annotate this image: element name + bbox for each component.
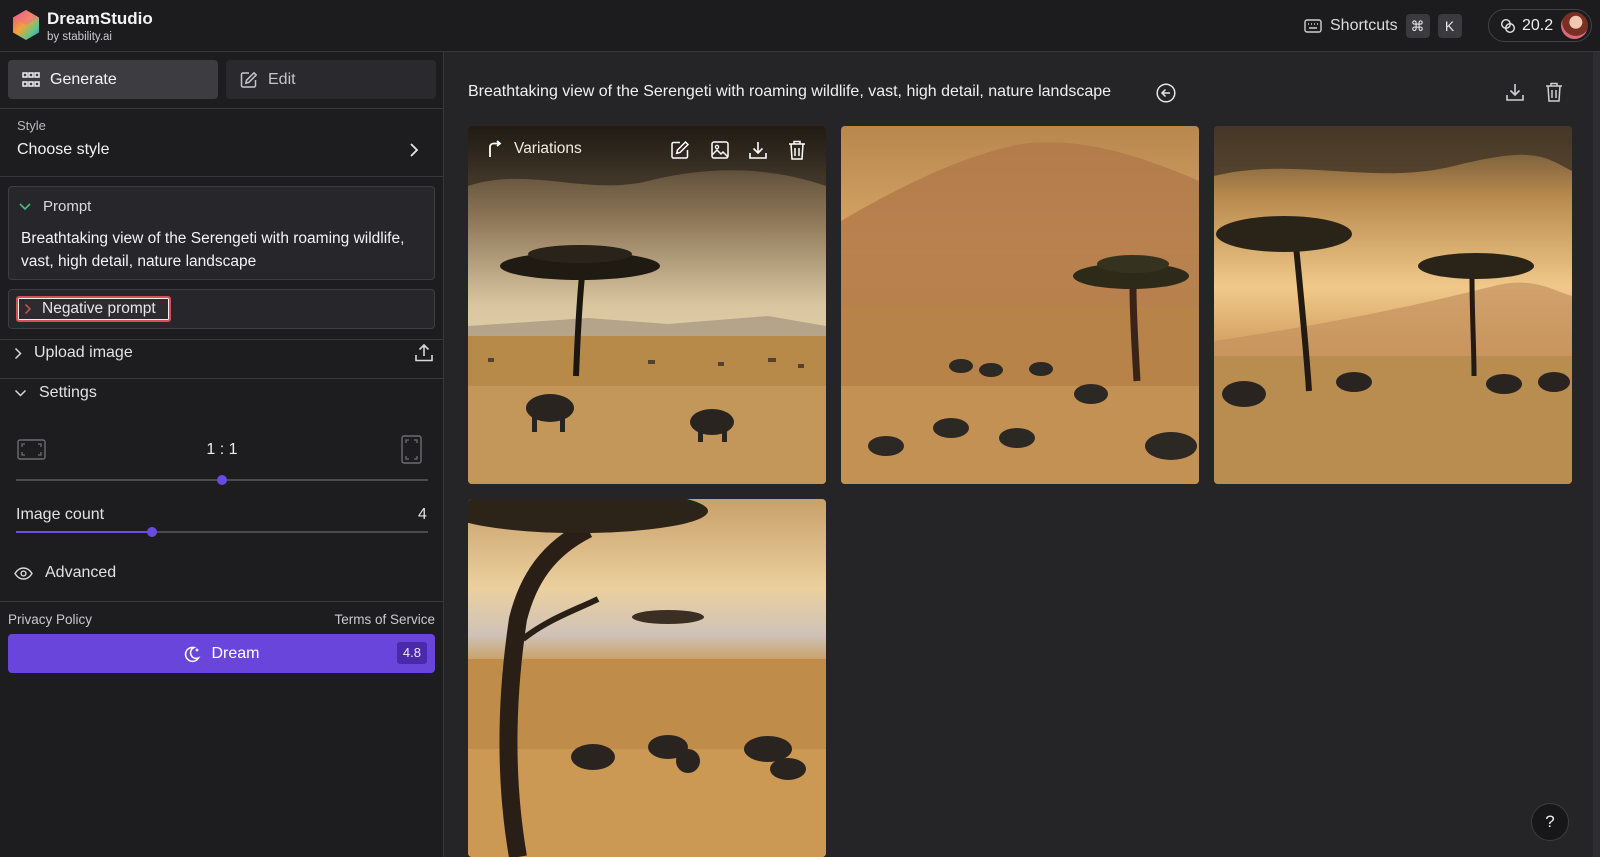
app-byline: by stability.ai xyxy=(47,31,112,43)
branch-icon xyxy=(489,140,502,157)
divider xyxy=(0,339,443,340)
keyboard-icon xyxy=(1304,19,1322,33)
generated-image[interactable] xyxy=(1214,126,1572,484)
edit-icon xyxy=(240,71,258,88)
credits-button[interactable]: 20.2 xyxy=(1488,9,1592,42)
advanced-toggle[interactable]: Advanced xyxy=(14,564,116,582)
download-icon[interactable] xyxy=(748,140,768,160)
edit-icon[interactable] xyxy=(670,140,690,160)
command-key: ⌘ xyxy=(1405,14,1430,38)
chevron-down-icon xyxy=(19,202,31,210)
chevron-right-icon[interactable] xyxy=(409,142,419,158)
prompt-panel[interactable]: Prompt Breathtaking view of the Serenget… xyxy=(8,186,435,280)
moon-stars-icon xyxy=(185,646,201,662)
divider xyxy=(0,176,443,177)
serengeti-image-1 xyxy=(468,126,826,484)
divider xyxy=(0,601,443,602)
upload-icon[interactable] xyxy=(414,343,434,363)
terms-of-service-link[interactable]: Terms of Service xyxy=(334,612,435,627)
tab-generate-label: Generate xyxy=(50,70,117,88)
prompt-input[interactable]: Breathtaking view of the Serengeti with … xyxy=(21,227,421,273)
coins-icon xyxy=(1500,18,1516,33)
scrollbar[interactable] xyxy=(1593,52,1600,857)
grid-icon xyxy=(22,71,40,87)
download-all-icon[interactable] xyxy=(1505,82,1525,102)
eye-icon xyxy=(14,566,33,580)
chevron-right-icon xyxy=(14,347,22,359)
settings-toggle[interactable]: Settings xyxy=(14,384,97,402)
aspect-ratio-value: 1 : 1 xyxy=(206,441,238,458)
image-icon[interactable] xyxy=(710,140,730,160)
image-count-label: Image count xyxy=(16,506,105,523)
aspect-ratio-slider[interactable] xyxy=(16,475,428,485)
variations-label: Variations xyxy=(514,140,582,157)
settings-label: Settings xyxy=(39,384,97,401)
tab-edit-label: Edit xyxy=(268,70,296,88)
divider xyxy=(0,378,443,379)
user-avatar[interactable] xyxy=(1561,12,1588,39)
negative-prompt-panel[interactable]: Negative prompt xyxy=(8,289,435,329)
style-label: Style xyxy=(17,118,46,133)
credits-value: 20.2 xyxy=(1522,16,1554,34)
privacy-policy-link[interactable]: Privacy Policy xyxy=(8,612,92,627)
shortcuts-button[interactable]: Shortcuts ⌘ K xyxy=(1304,14,1462,38)
dreamstudio-logo-icon[interactable] xyxy=(10,9,42,41)
negative-prompt-toggle[interactable]: Negative prompt xyxy=(16,296,171,322)
negative-prompt-label: Negative prompt xyxy=(42,300,156,317)
help-button[interactable]: ? xyxy=(1531,803,1569,841)
tab-edit[interactable]: Edit xyxy=(226,60,436,99)
chevron-down-icon xyxy=(14,389,27,397)
serengeti-image-4 xyxy=(468,499,826,857)
upload-image-label: Upload image xyxy=(34,344,133,361)
k-key: K xyxy=(1437,14,1462,38)
tab-generate[interactable]: Generate xyxy=(8,60,218,99)
advanced-label: Advanced xyxy=(45,564,117,581)
image-count-slider-thumb[interactable] xyxy=(146,527,157,537)
prompt-label: Prompt xyxy=(43,198,92,215)
dream-button[interactable]: Dream 4.8 xyxy=(8,634,435,673)
serengeti-image-2 xyxy=(841,126,1199,484)
chevron-right-icon xyxy=(24,303,32,315)
portrait-ratio-icon[interactable] xyxy=(401,435,422,464)
app-name: DreamStudio xyxy=(47,9,153,28)
dream-button-label: Dream xyxy=(211,644,260,662)
landscape-ratio-icon[interactable] xyxy=(17,439,46,460)
delete-all-icon[interactable] xyxy=(1545,82,1563,102)
reuse-prompt-icon[interactable] xyxy=(1156,83,1176,103)
image-count-slider[interactable] xyxy=(16,527,428,537)
prompt-header[interactable]: Prompt xyxy=(19,198,91,215)
generated-image[interactable]: Variations xyxy=(468,126,826,484)
top-bar: DreamStudio by stability.ai Shortcuts ⌘ … xyxy=(0,0,1600,52)
image-count-slider-fill xyxy=(16,531,152,533)
shortcuts-label: Shortcuts xyxy=(1330,17,1398,34)
sidebar: Generate Edit Style Choose style Prompt … xyxy=(0,52,444,857)
aspect-ratio-slider-thumb[interactable] xyxy=(217,475,227,485)
generated-image[interactable] xyxy=(841,126,1199,484)
delete-icon[interactable] xyxy=(788,140,806,160)
serengeti-image-3 xyxy=(1214,126,1572,484)
variations-button[interactable]: Variations xyxy=(486,140,582,158)
generated-image[interactable] xyxy=(468,499,826,857)
upload-image-toggle[interactable]: Upload image xyxy=(14,344,133,362)
dream-cost-badge: 4.8 xyxy=(396,642,427,664)
image-count-value: 4 xyxy=(418,506,427,523)
result-title: Breathtaking view of the Serengeti with … xyxy=(468,83,1112,100)
style-selector[interactable]: Choose style xyxy=(17,141,110,159)
divider xyxy=(0,108,443,109)
